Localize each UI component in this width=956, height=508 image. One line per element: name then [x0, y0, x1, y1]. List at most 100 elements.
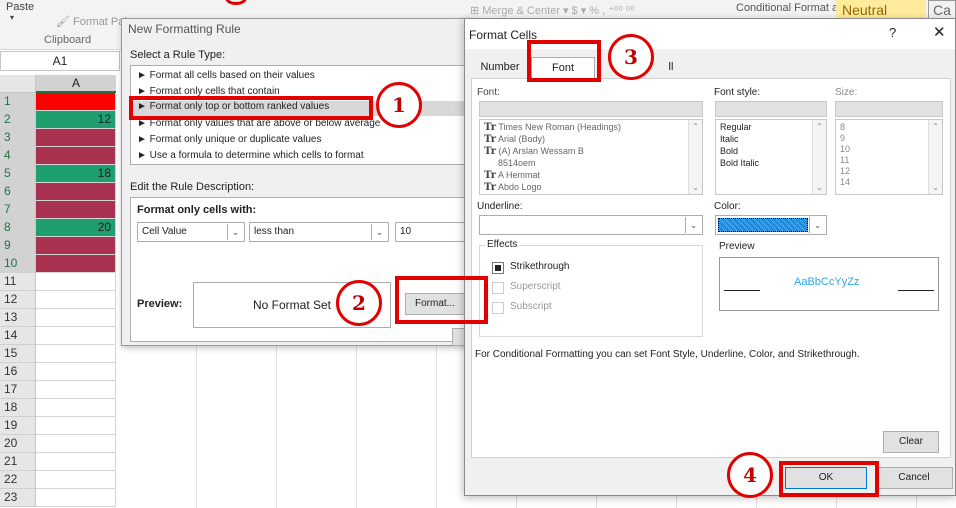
row-header[interactable]: 18 [0, 399, 36, 417]
cell-value-dropdown[interactable]: Cell Value ⌄ [137, 222, 245, 242]
cell-a[interactable] [36, 381, 116, 399]
conditional-formatting-button[interactable]: Conditional Format as [736, 2, 844, 14]
list-item[interactable]: Bold [720, 146, 738, 156]
cell-a[interactable]: 18 [36, 165, 116, 183]
cell-style-fragment[interactable]: Ca [928, 0, 956, 20]
font-style-input[interactable] [715, 101, 827, 117]
cell-a[interactable] [36, 489, 116, 507]
cell-a[interactable] [36, 255, 116, 273]
row-header[interactable]: 19 [0, 417, 36, 435]
chevron-down-icon[interactable]: ⌄ [809, 217, 825, 233]
row-header[interactable]: 7 [0, 201, 36, 219]
rule-type-item[interactable]: ► Format all cells based on their values [137, 70, 315, 81]
row-header[interactable]: 9 [0, 237, 36, 255]
cell-a[interactable] [36, 399, 116, 417]
column-header-a[interactable]: A [36, 75, 116, 93]
scroll-down-icon[interactable]: ⌄ [816, 183, 823, 192]
scrollbar[interactable]: ⌃ ⌄ [688, 120, 702, 194]
rule-type-item[interactable]: ► Use a formula to determine which cells… [137, 150, 364, 161]
cancel-button[interactable]: Cancel [875, 467, 953, 489]
name-box[interactable]: A1 [0, 51, 120, 71]
list-item[interactable]: 9 [840, 133, 845, 143]
font-input[interactable] [479, 101, 703, 117]
help-icon[interactable]: ? [889, 25, 896, 40]
row-header[interactable]: 21 [0, 453, 36, 471]
row-header[interactable]: 15 [0, 345, 36, 363]
neutral-style-cell[interactable]: Neutral [836, 0, 926, 20]
cell-a[interactable] [36, 183, 116, 201]
cell-a[interactable] [36, 345, 116, 363]
row-header[interactable]: 22 [0, 471, 36, 489]
row-header[interactable]: 2 [0, 111, 36, 129]
cell-a[interactable]: 12 [36, 111, 116, 129]
list-item[interactable]: Tr A Hemmat [484, 170, 540, 181]
size-list[interactable]: 8 9 10 11 12 14 ⌃ ⌄ [835, 119, 943, 195]
row-header[interactable]: 17 [0, 381, 36, 399]
strikethrough-checkbox[interactable] [492, 262, 504, 274]
row-header[interactable]: 1 [0, 93, 36, 111]
row-header[interactable]: 11 [0, 273, 36, 291]
subscript-checkbox[interactable] [492, 302, 504, 314]
row-header[interactable]: 3 [0, 129, 36, 147]
tab-number[interactable]: Number [475, 57, 525, 79]
scroll-up-icon[interactable]: ⌃ [692, 122, 699, 131]
cell-a[interactable]: 20 [36, 219, 116, 237]
list-item[interactable]: Italic [720, 134, 739, 144]
chevron-down-icon[interactable]: ⌄ [371, 224, 387, 240]
list-item[interactable]: Regular [720, 122, 752, 132]
list-item[interactable]: 10 [840, 144, 850, 154]
cell-a[interactable] [36, 93, 116, 111]
cell-a[interactable] [36, 129, 116, 147]
row-header[interactable]: 14 [0, 327, 36, 345]
cell-a[interactable] [36, 273, 116, 291]
underline-dropdown[interactable]: ⌄ [479, 215, 703, 235]
operator-dropdown[interactable]: less than ⌄ [249, 222, 389, 242]
cell-a[interactable] [36, 453, 116, 471]
color-picker[interactable]: ⌄ [715, 215, 827, 235]
row-header[interactable]: 16 [0, 363, 36, 381]
list-item[interactable]: Bold Italic [720, 158, 759, 168]
scrollbar[interactable]: ⌃ ⌄ [928, 120, 942, 194]
font-list[interactable]: Tr Times New Roman (Headings) Tr Arial (… [479, 119, 703, 195]
cell-a[interactable] [36, 327, 116, 345]
cell-a[interactable] [36, 417, 116, 435]
select-all-corner[interactable] [0, 75, 36, 93]
list-item[interactable]: 8 [840, 122, 845, 132]
font-style-list[interactable]: Regular Italic Bold Bold Italic ⌃ ⌄ [715, 119, 827, 195]
list-item[interactable]: 14 [840, 177, 850, 187]
clear-button[interactable]: Clear [883, 431, 939, 453]
row-header[interactable]: 13 [0, 309, 36, 327]
scrollbar[interactable]: ⌃ ⌄ [812, 120, 826, 194]
list-item[interactable]: Tr Abdo Logo [484, 182, 542, 193]
tab-fill[interactable]: ll [663, 57, 679, 79]
row-header[interactable]: 23 [0, 489, 36, 507]
scroll-up-icon[interactable]: ⌃ [816, 122, 823, 131]
row-header[interactable]: 6 [0, 183, 36, 201]
cell-a[interactable] [36, 309, 116, 327]
paste-dropdown-icon[interactable]: ▾ [10, 13, 14, 22]
scroll-up-icon[interactable]: ⌃ [932, 122, 939, 131]
cell-a[interactable] [36, 291, 116, 309]
cell-a[interactable] [36, 201, 116, 219]
row-header[interactable]: 20 [0, 435, 36, 453]
scroll-down-icon[interactable]: ⌄ [932, 183, 939, 192]
list-item[interactable]: Tr Times New Roman (Headings) [484, 122, 621, 133]
row-header[interactable]: 4 [0, 147, 36, 165]
cell-a[interactable] [36, 237, 116, 255]
superscript-checkbox[interactable] [492, 282, 504, 294]
chevron-down-icon[interactable]: ⌄ [685, 217, 701, 233]
list-item[interactable]: Tr Arial (Body) [484, 134, 545, 145]
row-header[interactable]: 5 [0, 165, 36, 183]
cell-a[interactable] [36, 471, 116, 489]
format-painter-button[interactable]: 🖌 Format Pai [56, 15, 127, 28]
scroll-down-icon[interactable]: ⌄ [692, 183, 699, 192]
paste-button[interactable]: Paste [6, 1, 34, 13]
cell-a[interactable] [36, 147, 116, 165]
rule-type-item[interactable]: ► Format only unique or duplicate values [137, 134, 321, 145]
list-item[interactable]: Tr (A) Arslan Wessam B [484, 146, 584, 157]
list-item[interactable]: 11 [840, 155, 849, 165]
color-swatch[interactable] [718, 218, 808, 232]
list-item[interactable]: 8514oem [498, 158, 536, 168]
list-item[interactable]: 12 [840, 166, 850, 176]
close-icon[interactable]: ✕ [933, 23, 946, 41]
